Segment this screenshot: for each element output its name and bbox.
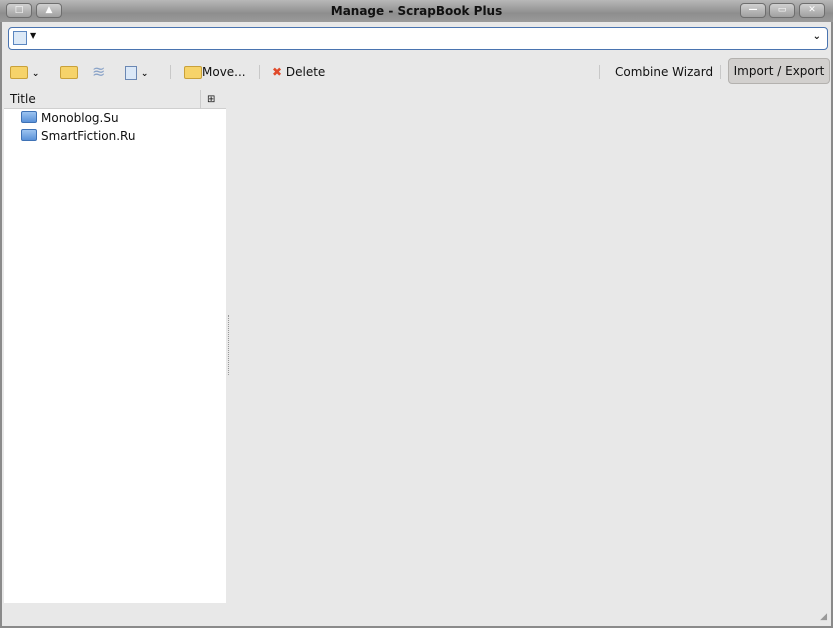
manage-window: □ ▲ Manage - ScrapBook Plus — ▭ ✕ ▼ ⌄ ⌄ …	[0, 0, 833, 628]
folder-icon	[21, 111, 37, 123]
move-label: Move...	[202, 65, 246, 79]
open-folder-button[interactable]	[60, 62, 78, 82]
resize-grip[interactable]: ◢	[820, 612, 827, 622]
tree-item[interactable]: SmartFiction.Ru	[4, 127, 226, 145]
layers-button[interactable]: ≋	[92, 62, 105, 82]
shade-button[interactable]: ▲	[36, 3, 62, 18]
delete-x-icon: ✖	[272, 65, 283, 79]
folder-icon	[21, 129, 37, 141]
pane-splitter[interactable]	[228, 315, 230, 375]
scrapbook-tree[interactable]: Title ⊞ Monoblog.Su SmartFiction.Ru	[4, 90, 226, 603]
new-folder-icon	[10, 66, 28, 79]
toolbar: ⌄ ≋ ⌄ Move... ✖ Delete Combine Wizard Im…	[8, 58, 830, 86]
delete-label: Delete	[285, 65, 326, 79]
import-export-button[interactable]: Import / Export	[728, 58, 830, 84]
tree-item-label: SmartFiction.Ru	[41, 129, 136, 143]
folder-sync-icon	[60, 66, 78, 79]
delete-button[interactable]: ✖ Delete	[272, 62, 325, 82]
move-folder-icon	[184, 66, 202, 79]
window-title: Manage - ScrapBook Plus	[330, 4, 503, 18]
maximize-button[interactable]: ▭	[769, 3, 795, 18]
search-type-dropdown-icon[interactable]: ▼	[30, 31, 36, 40]
new-folder-button[interactable]: ⌄	[10, 62, 39, 82]
move-button[interactable]: Move...	[184, 62, 246, 82]
combine-wizard-button[interactable]: Combine Wizard	[615, 62, 713, 82]
close-button[interactable]: ✕	[799, 3, 825, 18]
sidebar-view-button[interactable]: ⌄	[125, 62, 148, 82]
column-picker-icon[interactable]: ⊞	[200, 90, 215, 109]
title-bar: □ ▲ Manage - ScrapBook Plus — ▭ ✕	[0, 0, 833, 22]
search-icon[interactable]	[13, 31, 27, 45]
title-column-label: Title	[10, 92, 36, 106]
window-menu-button[interactable]: □	[6, 3, 32, 18]
chevron-down-icon[interactable]: ⌄	[813, 31, 821, 42]
tree-item-label: Monoblog.Su	[41, 111, 119, 125]
layers-icon: ≋	[92, 62, 106, 81]
panel-icon	[125, 65, 137, 80]
search-input[interactable]: ▼ ⌄	[8, 27, 828, 50]
title-column-header[interactable]: Title ⊞	[4, 90, 226, 109]
minimize-button[interactable]: —	[740, 3, 766, 18]
tree-item[interactable]: Monoblog.Su	[4, 109, 226, 127]
